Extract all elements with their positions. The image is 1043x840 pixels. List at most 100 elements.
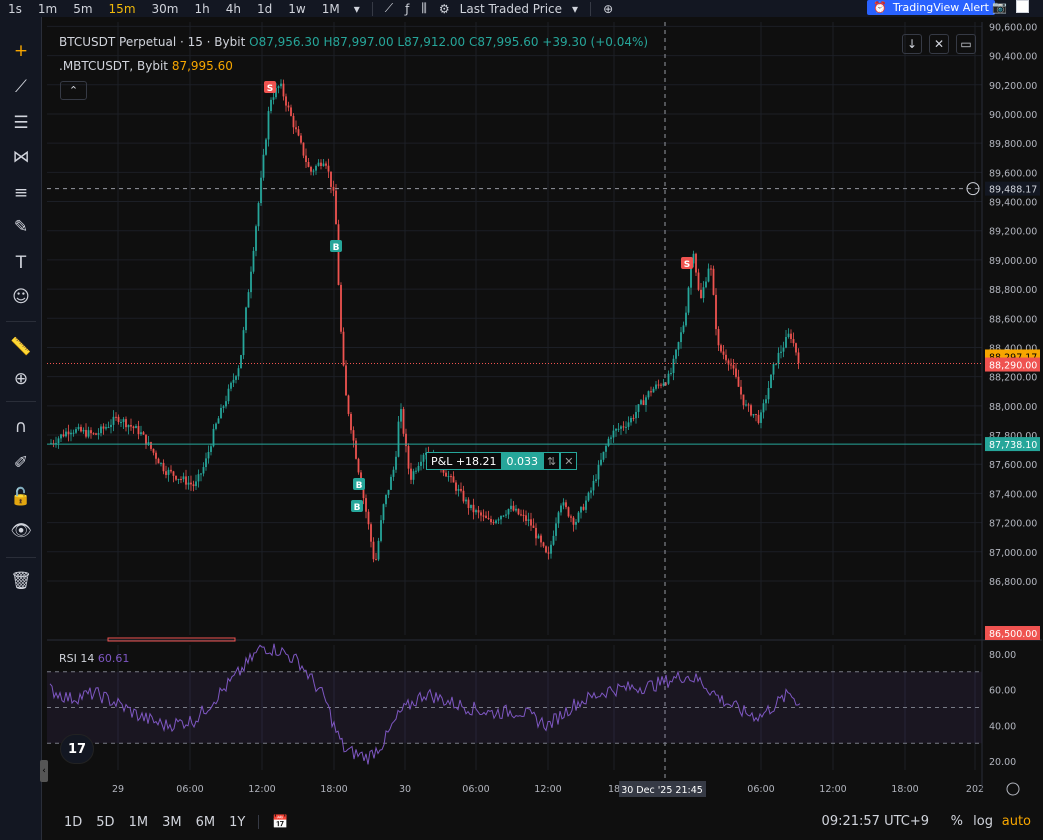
candle-body xyxy=(590,490,592,493)
candle-body xyxy=(257,203,260,227)
candle-body xyxy=(530,519,532,526)
candle-body xyxy=(282,83,285,97)
candle-body xyxy=(220,407,222,419)
candle-body xyxy=(205,458,207,468)
sell-marker-text: S xyxy=(267,84,273,94)
candle-body xyxy=(557,512,560,524)
candle-body xyxy=(520,514,522,516)
close-icon[interactable]: ✕ xyxy=(560,452,578,470)
candle-body xyxy=(620,426,622,429)
candle-body xyxy=(465,499,467,502)
price-tick: 88,600.00 xyxy=(989,314,1037,325)
candle-body xyxy=(85,429,87,437)
candle-body xyxy=(552,535,555,545)
range-5d[interactable]: 5D xyxy=(89,815,121,830)
candle-body xyxy=(172,471,175,476)
buy-marker-text: B xyxy=(333,243,340,253)
candle-body xyxy=(507,509,510,515)
buy-marker-text: B xyxy=(356,481,363,491)
candle-body xyxy=(297,129,300,136)
symbol-legend: BTCUSDT Perpetual · 15 · Bybit O87,956.3… xyxy=(59,35,648,49)
candle-body xyxy=(765,399,767,404)
candle-body xyxy=(417,465,420,471)
range-3m[interactable]: 3M xyxy=(155,815,189,830)
range-6m[interactable]: 6M xyxy=(189,815,223,830)
candle-body xyxy=(372,541,375,560)
candle-body xyxy=(745,404,747,406)
candle-body xyxy=(652,388,655,393)
candle-body xyxy=(540,535,542,543)
candle-body xyxy=(327,165,330,172)
time-tick: 29 xyxy=(112,784,124,795)
candle-body xyxy=(310,166,312,172)
candle-body xyxy=(717,329,720,346)
ohlc-open: O87,956.30 xyxy=(249,35,320,49)
calendar-icon[interactable]: 📅 xyxy=(265,815,295,830)
candle-body xyxy=(627,422,630,427)
collapse-legend-button[interactable]: ⌃ xyxy=(60,81,87,100)
reverse-icon[interactable]: ⇅ xyxy=(543,452,561,470)
candle-body xyxy=(722,351,725,355)
candle-body xyxy=(495,520,497,524)
candle-body xyxy=(197,474,200,482)
rsi-legend: RSI 14 60.61 xyxy=(59,652,129,665)
divider xyxy=(258,815,260,829)
candle-body xyxy=(375,559,377,561)
candle-body xyxy=(545,546,547,553)
candle-body xyxy=(107,427,110,429)
candle-body xyxy=(75,429,77,433)
candle-body xyxy=(792,339,795,344)
candle-body xyxy=(202,467,205,474)
candle-body xyxy=(255,226,257,251)
time-tick: 06:00 xyxy=(462,784,489,795)
clock[interactable]: 09:21:57 UTC+9 xyxy=(822,814,929,829)
candle-body xyxy=(370,524,372,542)
candle-body xyxy=(647,391,650,398)
candle-body xyxy=(515,508,517,511)
candle-body xyxy=(142,432,145,435)
tradingview-logo[interactable]: 17 xyxy=(60,734,94,764)
ohlc-high: H87,997.00 xyxy=(323,35,394,49)
symbol-name[interactable]: BTCUSDT Perpetual · 15 · Bybit xyxy=(59,35,245,49)
candle-body xyxy=(97,433,100,435)
range-1y[interactable]: 1Y xyxy=(222,815,252,830)
log-toggle[interactable]: log xyxy=(973,814,993,829)
candle-body xyxy=(422,454,425,462)
maximize-icon[interactable]: ▭ xyxy=(956,34,976,54)
candle-body xyxy=(680,332,682,343)
rsi-value: 60.61 xyxy=(97,652,130,665)
position-line-label[interactable]: P&L +18.21 0.033 ⇅ ✕ xyxy=(426,452,578,470)
candle-body xyxy=(390,476,392,490)
candle-body xyxy=(322,163,325,167)
candle-body xyxy=(467,499,470,509)
mark-symbol[interactable]: .MBTCUSDT, Bybit xyxy=(59,59,168,73)
candle-body xyxy=(615,428,617,431)
candle-body xyxy=(287,105,290,108)
candle-body xyxy=(217,418,220,424)
chart-canvas[interactable]: S S B B B 90,600.00 90,400.00 90,200.00 90,000.… xyxy=(0,0,1043,840)
candle-body xyxy=(777,352,780,364)
auto-toggle[interactable]: auto xyxy=(1002,814,1031,829)
range-1m[interactable]: 1M xyxy=(122,815,156,830)
candle-body xyxy=(700,289,702,299)
rsi-label[interactable]: RSI 14 xyxy=(59,652,94,665)
sidebar-toggle-handle[interactable]: ‹ xyxy=(40,760,48,782)
candle-body xyxy=(127,425,130,428)
percent-toggle[interactable]: % xyxy=(951,814,963,829)
arrow-down-icon[interactable]: ↓ xyxy=(902,34,922,54)
candle-body xyxy=(352,430,355,441)
candle-body xyxy=(92,433,95,435)
candle-body xyxy=(247,292,250,308)
candle-body xyxy=(662,383,665,386)
candle-body xyxy=(725,354,727,361)
range-1d[interactable]: 1D xyxy=(57,815,89,830)
candle-body xyxy=(120,422,122,424)
candle-body xyxy=(702,287,705,299)
mark-price-legend: .MBTCUSDT, Bybit 87,995.60 xyxy=(59,59,233,73)
candle-body xyxy=(790,333,792,340)
buy-marker-text: B xyxy=(354,503,361,513)
candle-body xyxy=(532,525,535,528)
collapse-icon[interactable]: ✕ xyxy=(929,34,949,54)
crosshair-price-label-text: 89,488.17 xyxy=(989,185,1037,196)
candle-body xyxy=(607,438,610,447)
